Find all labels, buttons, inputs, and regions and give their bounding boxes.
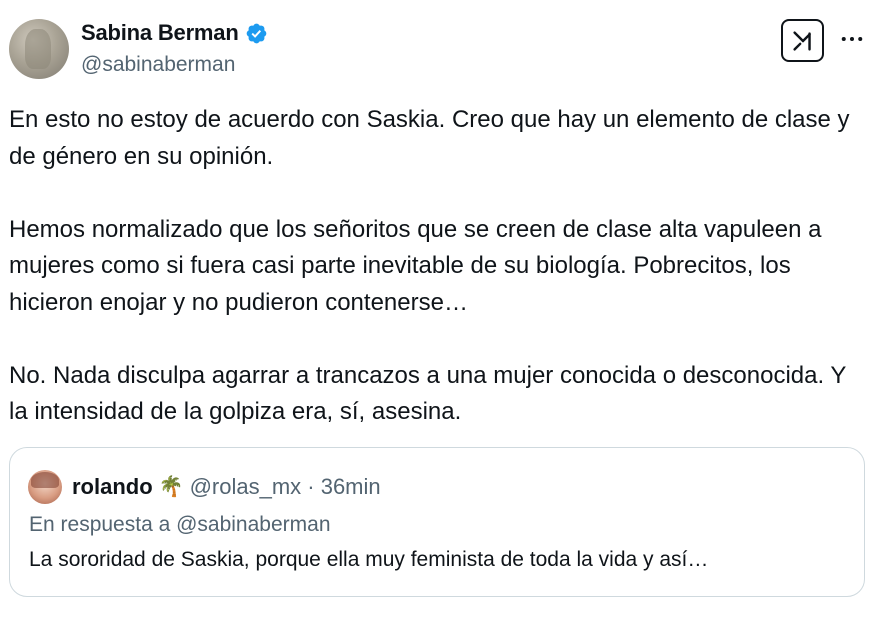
reply-mention-link[interactable]: @sabinaberman: [176, 513, 330, 536]
quote-handle-time[interactable]: @rolas_mx · 36min: [190, 474, 381, 500]
verified-badge-icon: [245, 22, 268, 45]
grok-icon: [792, 30, 811, 51]
grok-button[interactable]: [781, 19, 824, 62]
quoted-tweet[interactable]: rolando 🌴 @rolas_mx · 36min En respuesta…: [9, 447, 865, 597]
quote-header: rolando 🌴 @rolas_mx · 36min: [72, 474, 381, 500]
reply-prefix: En respuesta a: [29, 513, 177, 536]
tweet-card: Sabina Berman @sabinaberman En esto no e…: [0, 0, 878, 620]
tweet-paragraph: No. Nada disculpa agarrar a trancazos a …: [9, 361, 846, 426]
quote-text: La sororidad de Saskia, porque ella muy …: [29, 548, 709, 571]
palm-tree-emoji: 🌴: [158, 476, 184, 498]
tweet-paragraph: En esto no estoy de acuerdo con Saskia. …: [9, 106, 850, 170]
quote-reply-context: En respuesta a @sabinaberman: [29, 513, 331, 537]
more-icon: [841, 36, 863, 42]
author-avatar[interactable]: [9, 19, 69, 79]
quote-author-name[interactable]: rolando: [72, 474, 153, 500]
quote-author-avatar[interactable]: [28, 470, 62, 504]
more-options-button[interactable]: [838, 27, 866, 51]
author-display-name[interactable]: Sabina Berman: [81, 20, 239, 46]
tweet-paragraph: Hemos normalizado que los señoritos que …: [9, 215, 822, 316]
author-name-row: Sabina Berman: [81, 20, 268, 46]
author-handle[interactable]: @sabinaberman: [81, 53, 235, 77]
tweet-text: En esto no estoy de acuerdo con Saskia. …: [9, 102, 869, 431]
